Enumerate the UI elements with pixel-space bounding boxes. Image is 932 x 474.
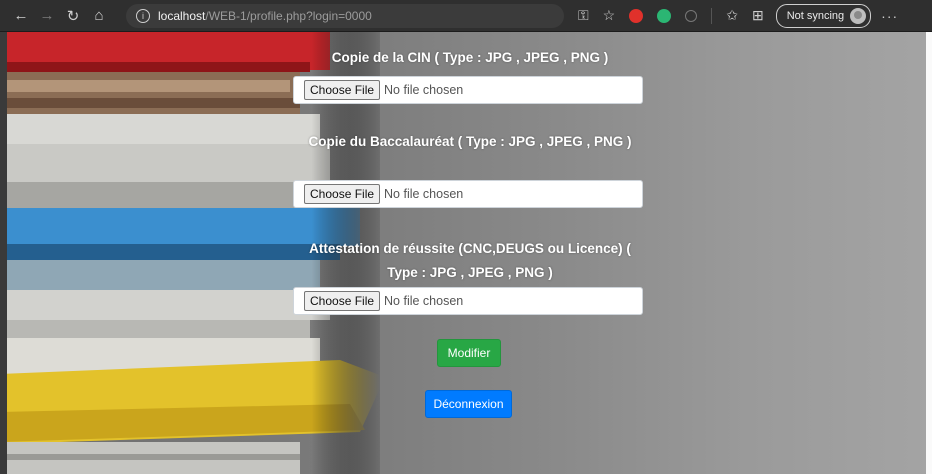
collections-icon[interactable]: ⊞	[752, 7, 764, 24]
page-left-edge	[0, 32, 7, 474]
extension-gray-icon[interactable]	[685, 9, 698, 22]
url-host: localhost	[158, 8, 206, 23]
cin-label: Copie de la CIN ( Type : JPG , JPEG , PN…	[331, 50, 609, 65]
page-content: Copie de la CIN ( Type : JPG , JPEG , PN…	[0, 32, 932, 474]
sync-label: Not syncing	[786, 9, 845, 22]
address-bar[interactable]: i localhost/WEB-1/profile.php?login=0000	[126, 3, 564, 28]
url-path: /WEB-1/profile.php?login=0000	[205, 8, 372, 23]
more-icon[interactable]: ···	[881, 8, 898, 24]
extension-red-icon[interactable]	[629, 8, 644, 23]
extension-grammarly-icon[interactable]	[657, 8, 672, 23]
site-info-icon[interactable]: i	[136, 8, 150, 23]
modifier-button[interactable]: Modifier	[437, 339, 501, 367]
browser-toolbar: ← → ↻ ⌂ i localhost/WEB-1/profile.php?lo…	[0, 0, 932, 32]
cin-file-status: No file chosen	[384, 83, 464, 97]
star-icon[interactable]: ☆	[603, 7, 616, 24]
bac-label: Copie du Baccalauréat ( Type : JPG , JPE…	[308, 134, 632, 149]
logout-button[interactable]: Déconnexion	[425, 390, 512, 418]
scrollbar-track[interactable]	[926, 32, 932, 474]
attestation-choose-file-button[interactable]: Choose File	[304, 291, 381, 311]
attestation-file-status: No file chosen	[384, 294, 464, 308]
attestation-file-input[interactable]: Choose File No file chosen	[293, 287, 643, 315]
favorites-icon[interactable]: ✩	[726, 7, 738, 24]
toolbar-separator	[711, 7, 713, 24]
refresh-icon[interactable]: ↻	[60, 3, 86, 29]
bac-choose-file-button[interactable]: Choose File	[304, 184, 381, 204]
key-icon[interactable]: ⚿	[578, 7, 589, 24]
cin-file-input[interactable]: Choose File No file chosen	[293, 76, 643, 104]
attestation-label: Attestation de réussite (CNC,DEUGS ou Li…	[309, 241, 631, 280]
bac-file-input[interactable]: Choose File No file chosen	[293, 180, 643, 208]
forward-icon[interactable]: →	[34, 3, 60, 29]
home-icon[interactable]: ⌂	[86, 3, 112, 29]
bac-file-status: No file chosen	[384, 187, 464, 201]
cin-choose-file-button[interactable]: Choose File	[304, 80, 381, 100]
profile-avatar-icon	[850, 7, 867, 24]
back-icon[interactable]: ←	[8, 3, 34, 29]
sync-button[interactable]: Not syncing	[775, 3, 872, 28]
